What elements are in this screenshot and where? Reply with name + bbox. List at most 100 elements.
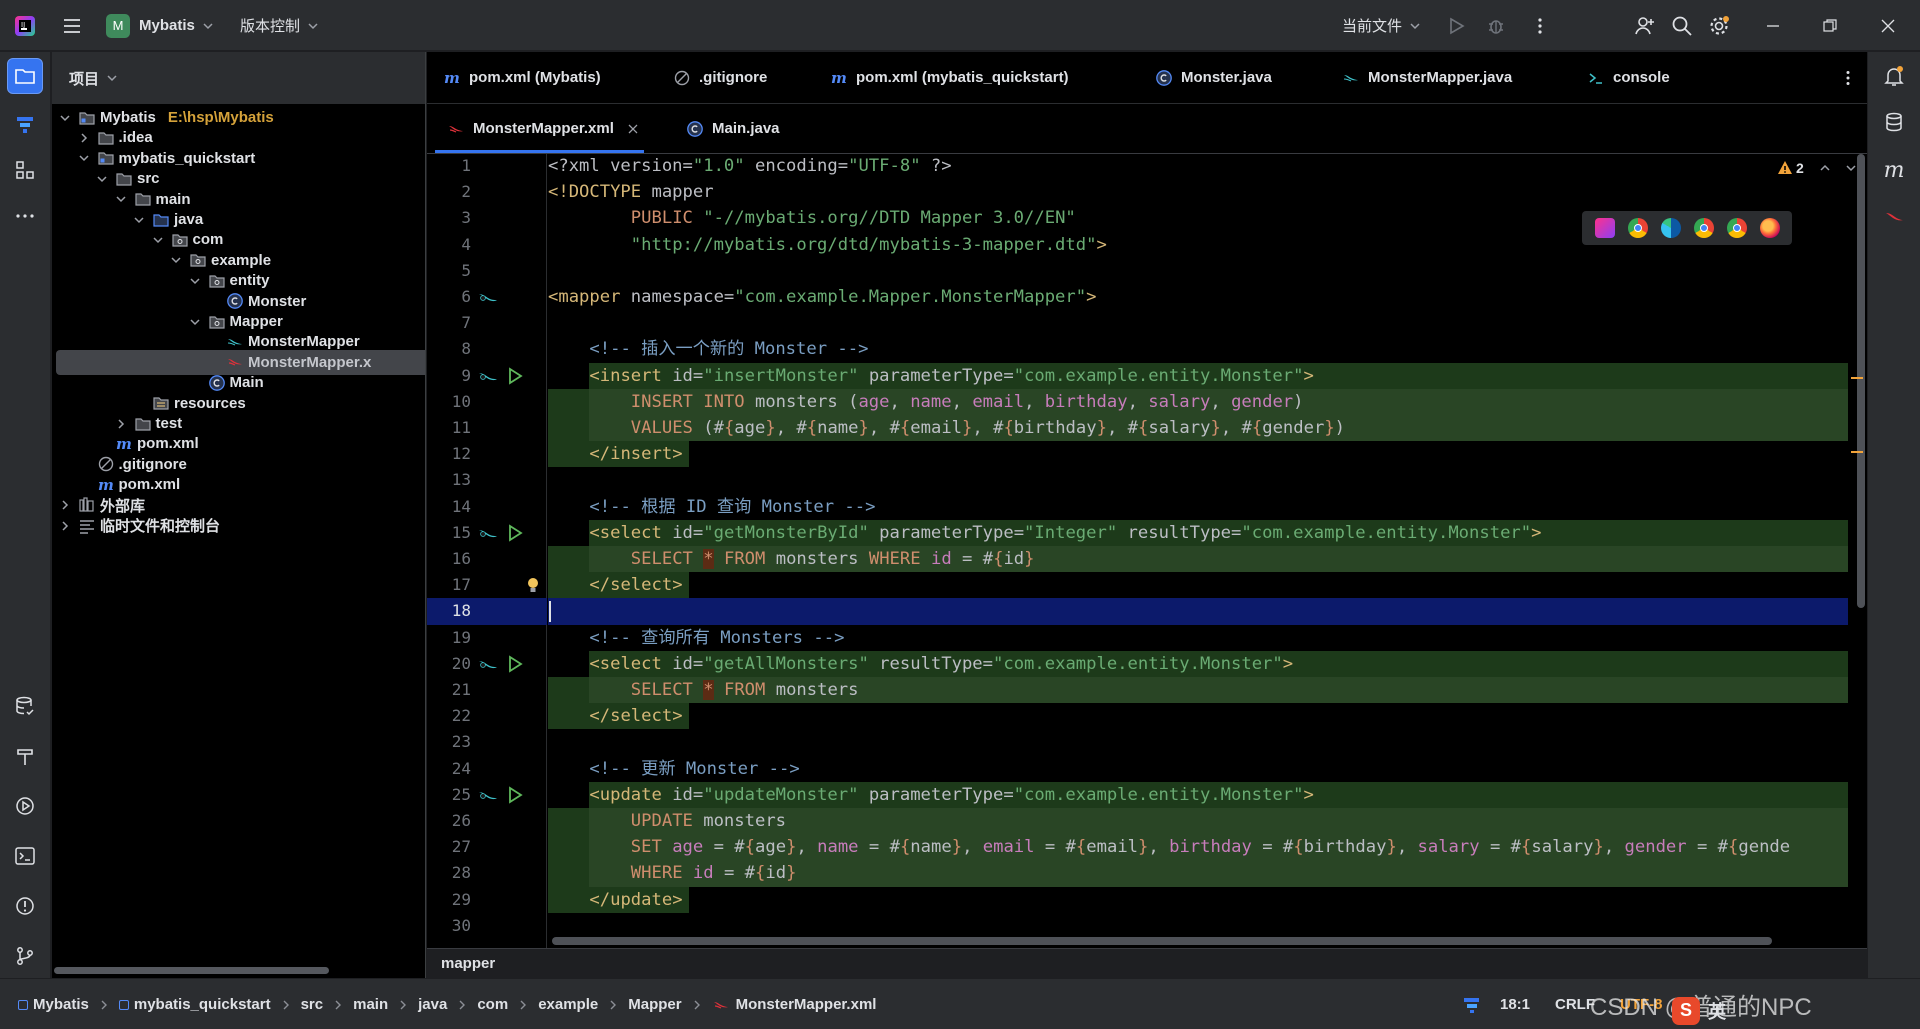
chevron-up-icon[interactable] <box>1818 161 1832 175</box>
ime-sogou-icon[interactable]: S 英 <box>1672 985 1726 1029</box>
code-line[interactable]: </select> <box>548 703 682 729</box>
more-actions-icon[interactable] <box>1530 0 1550 51</box>
status-breadcrumb-item[interactable]: main <box>353 996 388 1013</box>
chrome-beta-icon[interactable] <box>1693 218 1714 238</box>
vertical-scrollbar[interactable] <box>1857 154 1865 608</box>
code-line[interactable]: <select id="getAllMonsters" resultType="… <box>548 651 1293 677</box>
code-line[interactable]: <!-- 更新 Monster --> <box>548 756 799 782</box>
editor-tab[interactable]: Monster.java <box>1155 52 1272 103</box>
run-statement-icon[interactable] <box>504 366 526 385</box>
code-line[interactable]: UPDATE monsters <box>548 808 786 834</box>
problems-icon[interactable] <box>7 888 43 924</box>
line-separator[interactable]: CRLF <box>1555 979 1595 1029</box>
minimize-window-icon[interactable] <box>1765 0 1781 51</box>
add-user-icon[interactable] <box>1634 0 1656 51</box>
services-run-icon[interactable] <box>7 788 43 824</box>
vcs-menu[interactable]: 版本控制 <box>240 0 320 51</box>
mybatis-tool-icon[interactable] <box>7 106 43 142</box>
chrome-dev-icon[interactable] <box>1726 218 1747 238</box>
close-window-icon[interactable] <box>1880 0 1896 51</box>
more-tools-icon[interactable] <box>7 198 43 234</box>
horizontal-scrollbar[interactable] <box>54 967 329 974</box>
settings-gear-icon[interactable] <box>1708 0 1730 51</box>
mybatis-namespace-icon[interactable] <box>477 288 499 306</box>
code-line[interactable]: <mapper namespace="com.example.Mapper.Mo… <box>548 284 1096 310</box>
search-icon[interactable] <box>1671 0 1693 51</box>
code-area[interactable]: <?xml version="1.0" encoding="UTF-8" ?> <… <box>548 154 1848 948</box>
code-line[interactable]: <update id="updateMonster" parameterType… <box>548 782 1313 808</box>
git-branch-icon[interactable] <box>7 938 43 974</box>
code-line[interactable]: </select> <box>548 572 682 598</box>
code-line[interactable]: "http://mybatis.org/dtd/mybatis-3-mapper… <box>548 232 1107 258</box>
xml-breadcrumb-bar[interactable]: mapper <box>427 948 1867 978</box>
editor-tab[interactable]: MonsterMapper.java <box>1342 52 1512 103</box>
build-hammer-icon[interactable] <box>7 738 43 774</box>
structure-tool-icon[interactable] <box>7 152 43 188</box>
mybatis-bird-icon[interactable] <box>1876 198 1912 234</box>
code-line[interactable]: SELECT * FROM monsters WHERE id = #{id} <box>548 546 1035 572</box>
run-config-selector[interactable]: 当前文件 <box>1342 0 1422 51</box>
code-line[interactable]: <select id="getMonsterById" parameterTyp… <box>548 520 1541 546</box>
tree-item[interactable]: 临时文件和控制台 <box>52 513 220 538</box>
database-tool-icon[interactable] <box>7 688 43 724</box>
close-tab-icon[interactable] <box>628 124 638 134</box>
code-line[interactable]: <!-- 查询所有 Monsters --> <box>548 625 844 651</box>
code-line[interactable]: <?xml version="1.0" encoding="UTF-8" ?> <box>548 154 952 179</box>
code-line[interactable]: <!-- 插入一个新的 Monster --> <box>548 336 868 362</box>
chrome-icon[interactable] <box>1627 218 1648 238</box>
project-panel-header[interactable]: 项目 <box>52 52 425 104</box>
firefox-icon[interactable] <box>1759 218 1780 238</box>
project-switcher[interactable]: M Mybatis <box>106 0 215 51</box>
inspection-widget[interactable]: 2 <box>1777 160 1858 176</box>
run-statement-icon[interactable] <box>504 655 526 673</box>
status-breadcrumb-item[interactable]: java <box>418 996 447 1013</box>
status-breadcrumb-item[interactable]: example <box>538 996 598 1013</box>
notifications-bell-icon[interactable] <box>1876 58 1912 94</box>
maven-tool-icon[interactable]: m <box>1876 152 1912 188</box>
app-logo-icon[interactable]: IJ <box>14 0 36 51</box>
mybatis-statement-icon[interactable] <box>477 655 499 673</box>
mybatis-status-icon[interactable] <box>1462 979 1482 1029</box>
editor-tab[interactable]: MonsterMapper.xml <box>435 104 644 153</box>
horizontal-scrollbar[interactable] <box>552 937 1772 945</box>
run-statement-icon[interactable] <box>504 786 526 804</box>
run-statement-icon[interactable] <box>504 524 526 542</box>
database-icon[interactable] <box>1876 104 1912 140</box>
status-breadcrumb-item[interactable]: com <box>477 996 508 1013</box>
mybatis-statement-icon[interactable] <box>477 524 499 542</box>
code-line[interactable]: </update> <box>548 887 682 913</box>
code-line[interactable]: WHERE id = #{id} <box>548 860 797 886</box>
editor-tab[interactable]: Main.java <box>686 104 780 153</box>
caret-position[interactable]: 18:1 <box>1500 979 1530 1029</box>
xml-breadcrumb-mapper[interactable]: mapper <box>441 955 495 972</box>
restore-window-icon[interactable] <box>1822 0 1838 51</box>
code-line[interactable]: <insert id="insertMonster" parameterType… <box>548 363 1313 389</box>
status-breadcrumb-item[interactable]: Mybatis <box>33 996 89 1013</box>
code-line[interactable]: VALUES (#{age}, #{name}, #{email}, #{bir… <box>548 415 1345 441</box>
status-breadcrumb-item[interactable]: src <box>301 996 324 1013</box>
run-icon[interactable] <box>1446 0 1466 51</box>
editor-tab[interactable]: m pom.xml (mybatis_quickstart) <box>830 52 1069 103</box>
status-breadcrumb-item[interactable]: mybatis_quickstart <box>134 996 271 1013</box>
code-line[interactable]: <!-- 根据 ID 查询 Monster --> <box>548 494 875 520</box>
status-breadcrumb-item[interactable]: Mapper <box>628 996 681 1013</box>
intention-bulb-icon[interactable] <box>522 576 544 594</box>
terminal-icon[interactable] <box>7 838 43 874</box>
code-line[interactable]: INSERT INTO monsters (age, name, email, … <box>548 389 1304 415</box>
editor-tab[interactable]: console <box>1587 52 1670 103</box>
editor-tab[interactable]: m pom.xml (Mybatis) <box>443 52 601 103</box>
project-tool-icon[interactable] <box>7 58 43 94</box>
code-line[interactable]: </insert> <box>548 441 682 467</box>
code-line[interactable]: SET age = #{age}, name = #{name}, email … <box>548 834 1790 860</box>
code-line[interactable]: PUBLIC "-//mybatis.org//DTD Mapper 3.0//… <box>548 205 1076 231</box>
edge-icon[interactable] <box>1660 218 1681 238</box>
intellij-browser-icon[interactable] <box>1594 218 1615 238</box>
editor-tab[interactable]: .gitignore <box>673 52 767 103</box>
code-line[interactable]: <!DOCTYPE mapper <box>548 179 714 205</box>
main-menu-icon[interactable] <box>62 0 82 51</box>
mybatis-statement-icon[interactable] <box>477 786 499 804</box>
status-breadcrumb-item[interactable]: MonsterMapper.xml <box>736 996 877 1013</box>
chevron-down-icon[interactable] <box>1844 161 1858 175</box>
debug-icon[interactable] <box>1486 0 1506 51</box>
more-tabs-icon[interactable] <box>1839 52 1857 103</box>
